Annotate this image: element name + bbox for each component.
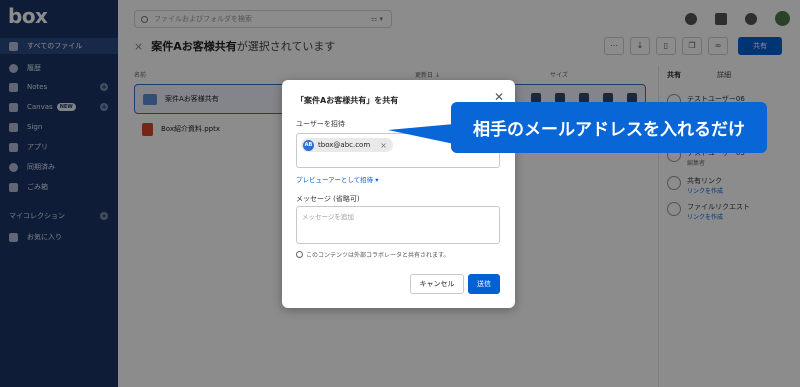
cancel-button[interactable]: キャンセル <box>410 274 464 294</box>
send-button[interactable]: 送信 <box>468 274 500 294</box>
remove-chip-icon[interactable]: × <box>380 141 387 150</box>
user-avatar: AB <box>303 139 314 151</box>
invite-label: ユーザーを招待 <box>296 120 345 128</box>
globe-icon <box>296 251 303 258</box>
callout-pointer <box>388 124 454 144</box>
email-chip[interactable]: AB tbox@abc.com × <box>301 138 393 152</box>
message-label: メッセージ (省略可) <box>296 195 360 203</box>
external-notice-text: このコンテンツは外部コラボレータと共有されます。 <box>306 252 450 259</box>
external-notice: このコンテンツは外部コラボレータと共有されます。 <box>296 250 449 259</box>
dialog-title: 「案件Aお客様共有」を共有 <box>296 96 399 105</box>
annotation-callout: 相手のメールアドレスを入れるだけ <box>451 102 767 153</box>
chip-email: tbox@abc.com <box>318 141 371 149</box>
message-textarea[interactable]: メッセージを追加 <box>296 206 500 244</box>
invite-role-dropdown[interactable]: プレビューアーとして招待 ▾ <box>296 174 378 184</box>
